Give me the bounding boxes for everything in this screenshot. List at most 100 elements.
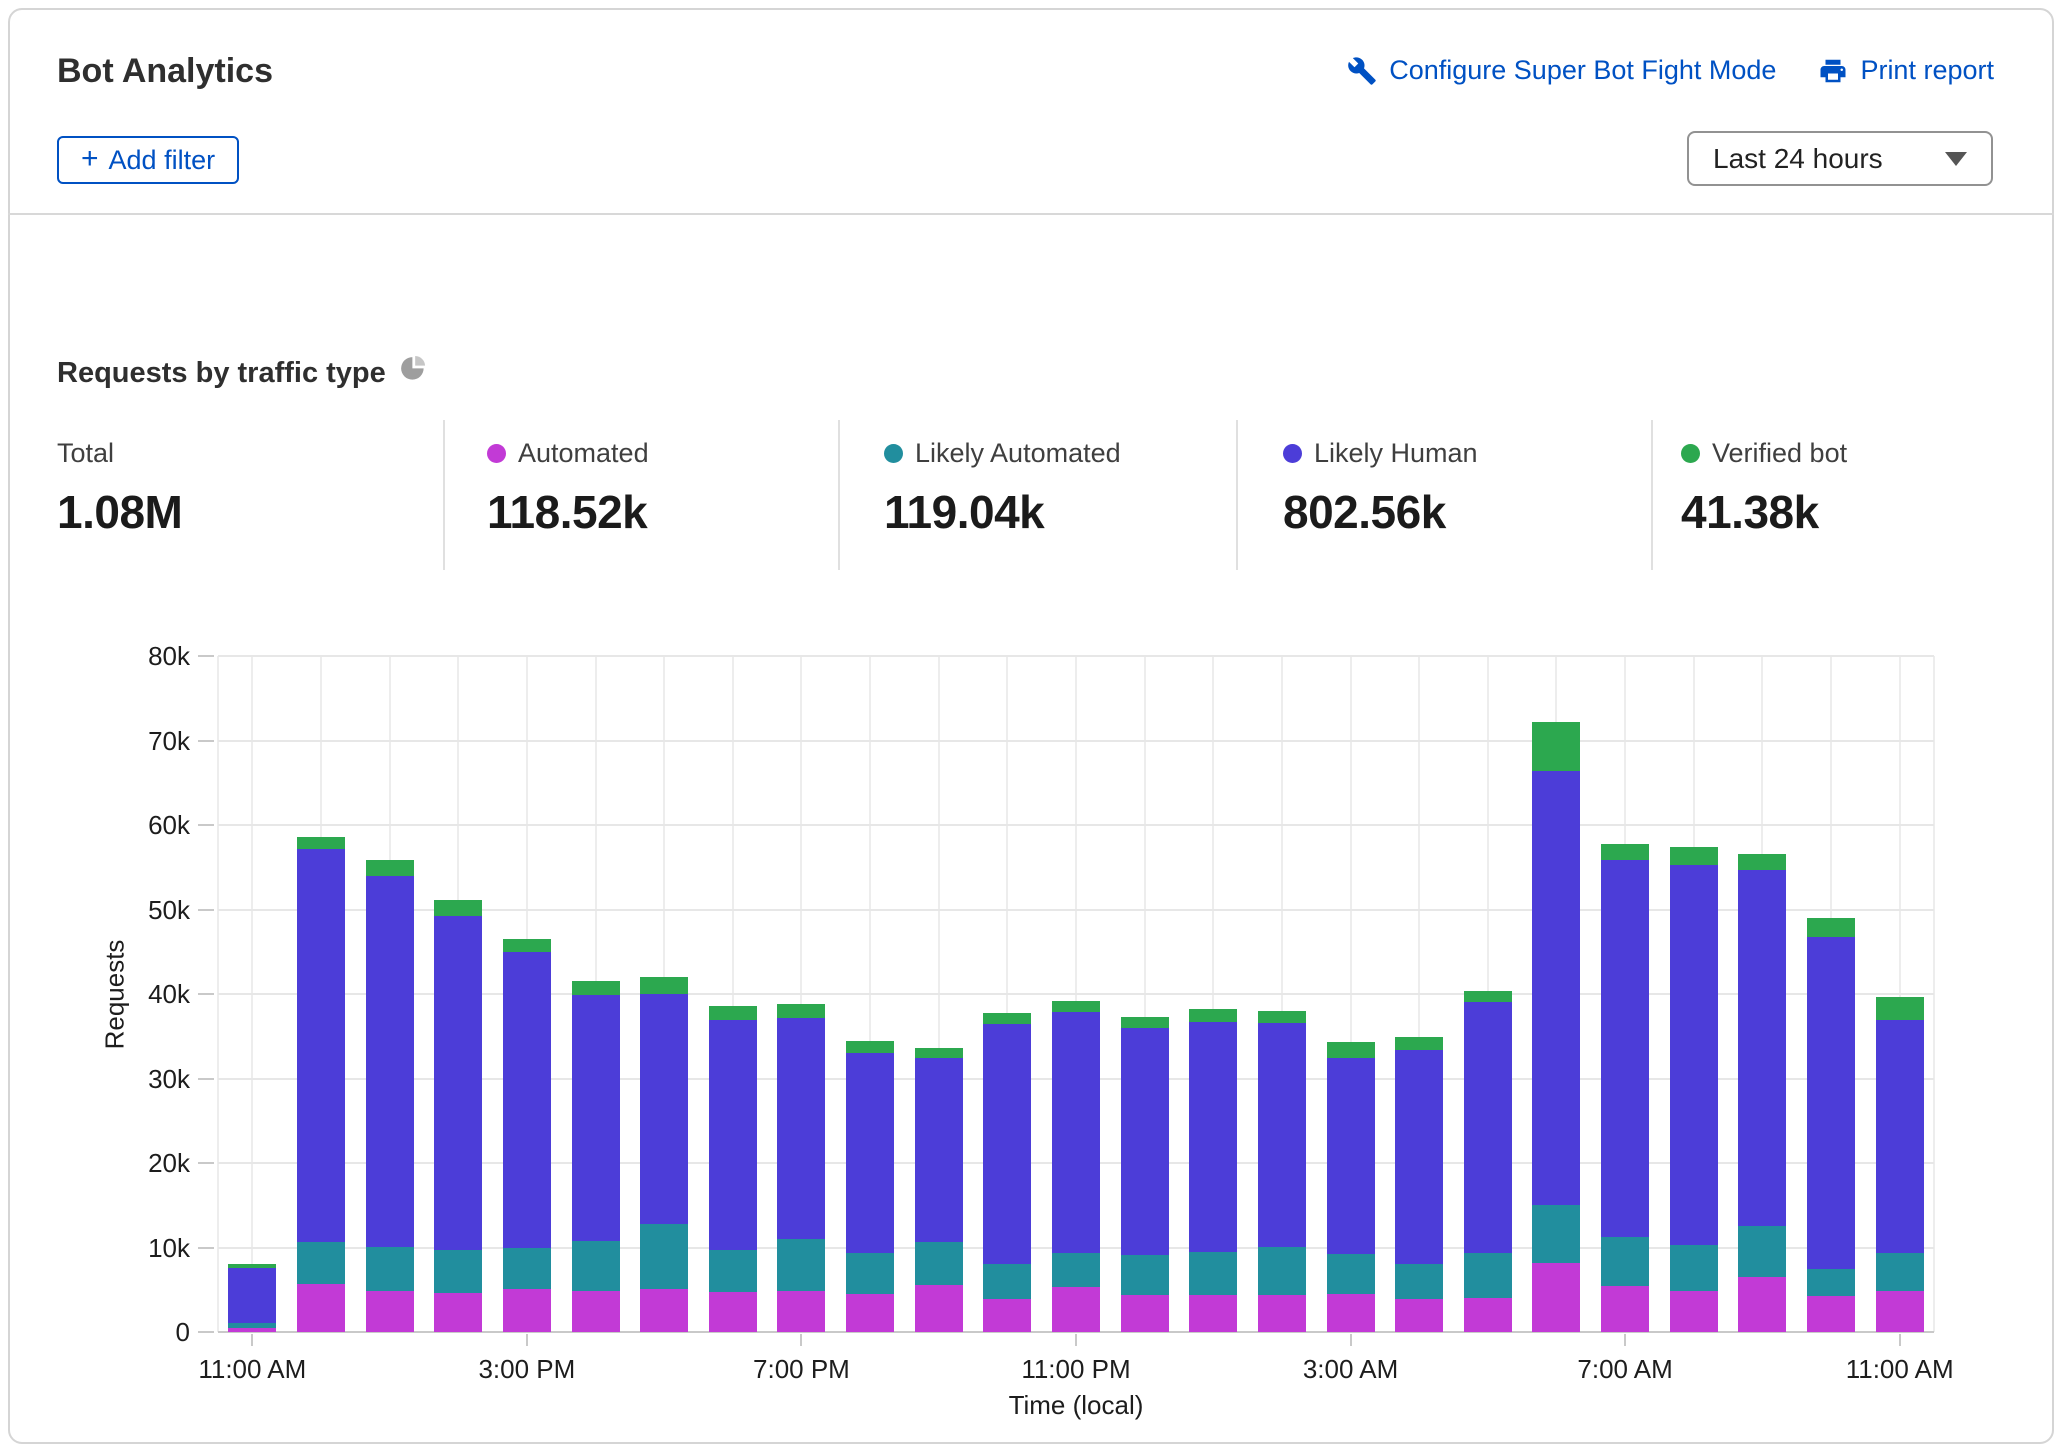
add-filter-button[interactable]: + Add filter: [57, 136, 239, 184]
bar-segment-verified-bot[interactable]: [1876, 997, 1924, 1020]
bar-segment-verified-bot[interactable]: [777, 1004, 825, 1018]
bar-segment-verified-bot[interactable]: [1395, 1037, 1443, 1050]
bar-segment-automated[interactable]: [1738, 1277, 1786, 1332]
bar-segment-likely-human[interactable]: [1395, 1050, 1443, 1264]
bar-segment-likely-automated[interactable]: [1121, 1255, 1169, 1295]
bar-segment-verified-bot[interactable]: [366, 860, 414, 876]
bar-segment-likely-automated[interactable]: [1807, 1269, 1855, 1295]
bar-segment-verified-bot[interactable]: [1601, 844, 1649, 860]
bar-segment-likely-automated[interactable]: [503, 1248, 551, 1289]
bar-segment-likely-automated[interactable]: [640, 1224, 688, 1289]
bar-segment-likely-human[interactable]: [1052, 1012, 1100, 1254]
bar-segment-likely-human[interactable]: [1738, 870, 1786, 1227]
bar-segment-automated[interactable]: [1532, 1263, 1580, 1332]
bar-segment-likely-human[interactable]: [1258, 1023, 1306, 1247]
bar-segment-likely-human[interactable]: [297, 849, 345, 1242]
bar-segment-likely-human[interactable]: [1601, 860, 1649, 1237]
bar-segment-automated[interactable]: [709, 1292, 757, 1332]
bar-segment-automated[interactable]: [1464, 1298, 1512, 1332]
bar-segment-automated[interactable]: [1121, 1295, 1169, 1332]
bar-segment-likely-automated[interactable]: [434, 1250, 482, 1293]
bar-segment-automated[interactable]: [777, 1291, 825, 1332]
bar-segment-likely-automated[interactable]: [846, 1253, 894, 1294]
bar-segment-verified-bot[interactable]: [1258, 1011, 1306, 1023]
stat-verified-bot[interactable]: Verified bot 41.38k: [1681, 438, 1847, 539]
bar-segment-automated[interactable]: [1395, 1299, 1443, 1332]
bar-segment-likely-automated[interactable]: [1395, 1264, 1443, 1299]
bar-segment-likely-human[interactable]: [1876, 1020, 1924, 1252]
bar-segment-likely-human[interactable]: [228, 1268, 276, 1323]
bar-segment-likely-human[interactable]: [1121, 1028, 1169, 1255]
stat-likely-automated[interactable]: Likely Automated 119.04k: [884, 438, 1121, 539]
bar-segment-automated[interactable]: [572, 1291, 620, 1332]
bar-segment-verified-bot[interactable]: [1189, 1009, 1237, 1022]
bar-segment-likely-automated[interactable]: [1601, 1237, 1649, 1286]
bar-segment-automated[interactable]: [640, 1289, 688, 1332]
bar-segment-likely-human[interactable]: [983, 1024, 1031, 1263]
bar-segment-likely-automated[interactable]: [572, 1241, 620, 1291]
bar-segment-likely-automated[interactable]: [709, 1250, 757, 1292]
bar-segment-automated[interactable]: [228, 1328, 276, 1332]
bar-segment-verified-bot[interactable]: [1738, 854, 1786, 870]
bar-segment-verified-bot[interactable]: [572, 981, 620, 995]
bar-segment-likely-automated[interactable]: [915, 1242, 963, 1285]
bar-segment-automated[interactable]: [1601, 1286, 1649, 1332]
bar-segment-likely-human[interactable]: [846, 1053, 894, 1253]
bar-segment-likely-automated[interactable]: [777, 1239, 825, 1291]
bar-segment-likely-automated[interactable]: [1189, 1252, 1237, 1295]
bar-segment-likely-automated[interactable]: [1327, 1254, 1375, 1294]
bar-segment-automated[interactable]: [503, 1289, 551, 1332]
bar-segment-automated[interactable]: [1807, 1296, 1855, 1332]
bar-segment-automated[interactable]: [1258, 1295, 1306, 1332]
bar-segment-automated[interactable]: [983, 1299, 1031, 1332]
bar-segment-likely-human[interactable]: [366, 876, 414, 1247]
configure-super-bot-fight-mode-link[interactable]: Configure Super Bot Fight Mode: [1347, 55, 1776, 86]
bar-segment-likely-human[interactable]: [1670, 865, 1718, 1245]
print-report-link[interactable]: Print report: [1818, 55, 1994, 86]
bar-segment-verified-bot[interactable]: [1670, 847, 1718, 865]
bar-segment-automated[interactable]: [1876, 1291, 1924, 1332]
bar-segment-verified-bot[interactable]: [1532, 722, 1580, 771]
bar-segment-verified-bot[interactable]: [297, 837, 345, 849]
bar-segment-likely-automated[interactable]: [1876, 1253, 1924, 1291]
bar-segment-verified-bot[interactable]: [1807, 918, 1855, 937]
bar-segment-likely-human[interactable]: [709, 1020, 757, 1250]
bar-segment-likely-human[interactable]: [1807, 937, 1855, 1270]
bar-segment-likely-human[interactable]: [1327, 1058, 1375, 1254]
bar-segment-automated[interactable]: [846, 1294, 894, 1332]
bar-segment-likely-human[interactable]: [1532, 771, 1580, 1205]
bar-segment-likely-human[interactable]: [640, 994, 688, 1224]
bar-segment-verified-bot[interactable]: [1464, 991, 1512, 1002]
bar-segment-likely-automated[interactable]: [1670, 1245, 1718, 1291]
bar-segment-likely-human[interactable]: [915, 1058, 963, 1241]
bar-segment-automated[interactable]: [297, 1284, 345, 1332]
bar-segment-verified-bot[interactable]: [640, 977, 688, 994]
bar-segment-likely-automated[interactable]: [1532, 1205, 1580, 1262]
bar-segment-likely-human[interactable]: [1189, 1022, 1237, 1252]
bar-segment-likely-automated[interactable]: [1258, 1247, 1306, 1295]
bar-segment-verified-bot[interactable]: [983, 1013, 1031, 1025]
bar-segment-verified-bot[interactable]: [1327, 1042, 1375, 1058]
bar-segment-likely-automated[interactable]: [366, 1247, 414, 1291]
bar-segment-likely-human[interactable]: [1464, 1002, 1512, 1253]
bar-segment-likely-human[interactable]: [434, 916, 482, 1250]
bar-segment-verified-bot[interactable]: [846, 1041, 894, 1053]
bar-segment-likely-automated[interactable]: [983, 1264, 1031, 1299]
bar-segment-verified-bot[interactable]: [915, 1048, 963, 1058]
bar-segment-likely-human[interactable]: [777, 1018, 825, 1239]
time-range-dropdown[interactable]: Last 24 hours: [1687, 131, 1993, 186]
bar-segment-verified-bot[interactable]: [228, 1264, 276, 1267]
stat-automated[interactable]: Automated 118.52k: [487, 438, 649, 539]
bar-segment-likely-human[interactable]: [503, 952, 551, 1249]
bar-segment-automated[interactable]: [1327, 1294, 1375, 1332]
bar-segment-automated[interactable]: [1670, 1291, 1718, 1332]
bar-segment-automated[interactable]: [915, 1285, 963, 1332]
bar-segment-automated[interactable]: [366, 1291, 414, 1332]
bar-segment-automated[interactable]: [434, 1293, 482, 1332]
bar-segment-likely-automated[interactable]: [1052, 1253, 1100, 1287]
bar-segment-verified-bot[interactable]: [709, 1006, 757, 1020]
bar-segment-verified-bot[interactable]: [1121, 1017, 1169, 1028]
bar-segment-verified-bot[interactable]: [434, 900, 482, 916]
bar-segment-automated[interactable]: [1052, 1287, 1100, 1332]
bar-segment-likely-human[interactable]: [572, 995, 620, 1241]
